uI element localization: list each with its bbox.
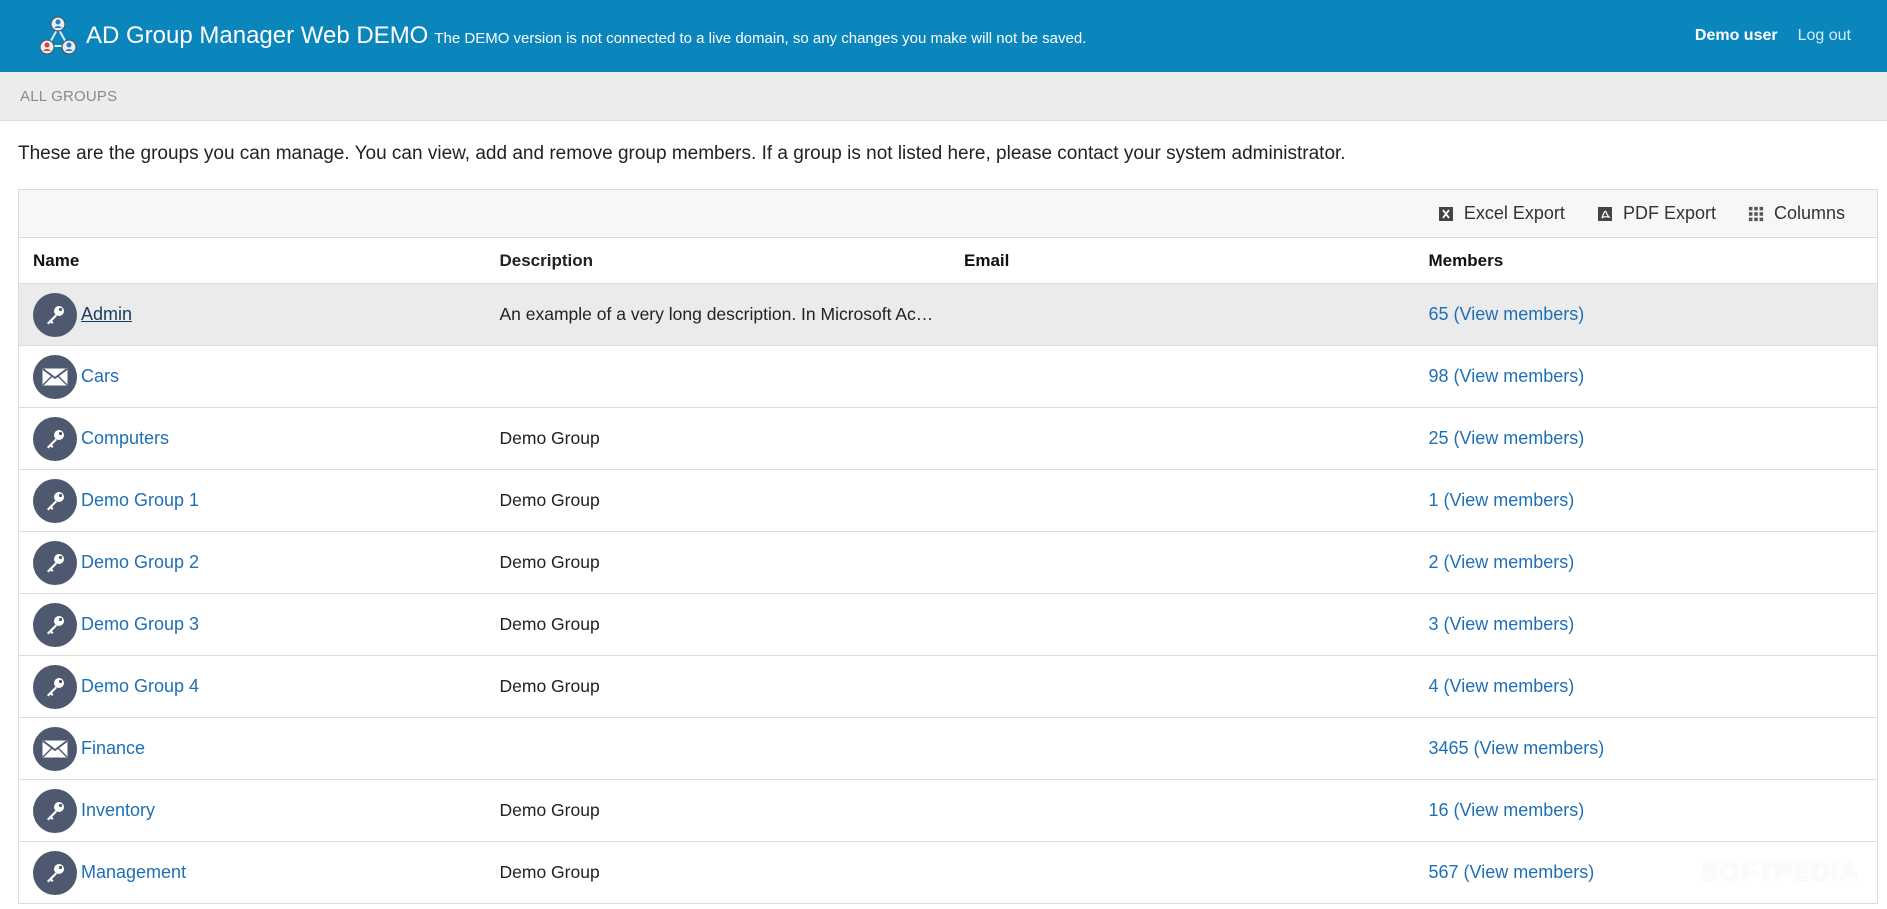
group-name-cell: Computers — [19, 416, 484, 461]
view-members-link[interactable]: 16 (View members) — [1429, 800, 1585, 820]
group-description: Demo Group — [499, 800, 600, 820]
table-row[interactable]: Cars 98 (View members) — [19, 346, 1877, 408]
group-description: Demo Group — [499, 428, 600, 448]
view-members-link[interactable]: 2 (View members) — [1429, 552, 1575, 572]
table-row[interactable]: Inventory Demo Group 16 (View members) — [19, 780, 1877, 842]
group-name-link[interactable]: Finance — [81, 738, 145, 759]
excel-export-label: Excel Export — [1463, 203, 1565, 223]
excel-export-button[interactable]: Excel Export — [1438, 203, 1565, 224]
pdf-export-button[interactable]: PDF Export — [1597, 203, 1716, 224]
view-members-link[interactable]: 25 (View members) — [1429, 428, 1585, 448]
table-row[interactable]: Admin An example of a very long descripti… — [19, 284, 1877, 346]
group-name-cell: Management — [19, 850, 484, 895]
members-cell: 25 (View members) — [1413, 428, 1878, 449]
column-header-members[interactable]: Members — [1413, 251, 1878, 271]
group-name-link[interactable]: Demo Group 1 — [81, 490, 199, 511]
group-name-link[interactable]: Cars — [81, 366, 119, 387]
group-name-link[interactable]: Demo Group 3 — [81, 614, 199, 635]
group-name-cell: Demo Group 3 — [19, 602, 484, 647]
pdf-export-label: PDF Export — [1622, 203, 1716, 223]
view-members-link[interactable]: 3 (View members) — [1429, 614, 1575, 634]
members-cell: 3 (View members) — [1413, 614, 1878, 635]
group-name-cell: Finance — [19, 726, 484, 771]
group-description: Demo Group — [499, 676, 600, 696]
breadcrumb-bar: ALL GROUPS — [0, 72, 1887, 121]
table-row[interactable]: Demo Group 2 Demo Group 2 (View members) — [19, 532, 1877, 594]
security-group-key-icon — [33, 478, 77, 523]
columns-label: Columns — [1773, 203, 1845, 223]
group-name-link[interactable]: Admin — [81, 304, 132, 325]
top-bar: AD Group Manager Web DEMO The DEMO versi… — [0, 0, 1887, 72]
view-members-link[interactable]: 65 (View members) — [1429, 304, 1585, 324]
table-body: Admin An example of a very long descripti… — [19, 284, 1877, 904]
group-name-link[interactable]: Management — [81, 862, 186, 883]
group-name-cell: Demo Group 2 — [19, 540, 484, 585]
table-row[interactable]: Finance 3465 (View members) — [19, 718, 1877, 780]
members-cell: 3465 (View members) — [1413, 738, 1878, 759]
table-row[interactable]: Demo Group 1 Demo Group 1 (View members) — [19, 470, 1877, 532]
table-row[interactable]: Management Demo Group 567 (View members) — [19, 842, 1877, 904]
watermark: SOFTPEDIA — [1701, 856, 1859, 886]
members-cell: 65 (View members) — [1413, 304, 1878, 325]
user-area: Demo user Log out — [1695, 27, 1851, 45]
security-group-key-icon — [33, 788, 77, 833]
group-name-cell: Inventory — [19, 788, 484, 833]
column-header-name[interactable]: Name — [19, 251, 484, 271]
group-description: Demo Group — [499, 862, 600, 882]
view-members-link[interactable]: 4 (View members) — [1429, 676, 1575, 696]
group-name-link[interactable]: Inventory — [81, 800, 155, 821]
grid-icon — [1748, 206, 1764, 222]
pdf-icon — [1597, 206, 1613, 222]
distribution-group-mail-icon — [33, 354, 77, 399]
security-group-key-icon — [33, 664, 77, 709]
distribution-group-mail-icon — [33, 726, 77, 771]
table-row[interactable]: Computers Demo Group 25 (View members) — [19, 408, 1877, 470]
app-title: AD Group Manager Web DEMO — [86, 22, 429, 49]
security-group-key-icon — [33, 850, 77, 895]
breadcrumb[interactable]: ALL GROUPS — [20, 88, 117, 105]
logout-link[interactable]: Log out — [1798, 27, 1851, 45]
view-members-link[interactable]: 1 (View members) — [1429, 490, 1575, 510]
intro-text: These are the groups you can manage. You… — [18, 143, 1346, 164]
table-row[interactable]: Demo Group 3 Demo Group 3 (View members) — [19, 594, 1877, 656]
members-cell: 4 (View members) — [1413, 676, 1878, 697]
view-members-link[interactable]: 3465 (View members) — [1429, 738, 1605, 758]
security-group-key-icon — [33, 602, 77, 647]
security-group-key-icon — [33, 540, 77, 585]
group-description: Demo Group — [499, 490, 600, 510]
columns-button[interactable]: Columns — [1748, 203, 1845, 224]
column-header-description[interactable]: Description — [484, 251, 949, 271]
view-members-link[interactable]: 567 (View members) — [1429, 862, 1595, 882]
current-user: Demo user — [1694, 27, 1778, 44]
members-cell: 1 (View members) — [1413, 490, 1878, 511]
members-cell: 2 (View members) — [1413, 552, 1878, 573]
group-name-link[interactable]: Demo Group 2 — [81, 552, 199, 573]
group-name-cell: Admin — [19, 292, 484, 337]
excel-icon — [1438, 206, 1454, 222]
column-header-email[interactable]: Email — [948, 251, 1413, 271]
group-description: Demo Group — [499, 552, 600, 572]
view-members-link[interactable]: 98 (View members) — [1429, 366, 1585, 386]
table-row[interactable]: Demo Group 4 Demo Group 4 (View members) — [19, 656, 1877, 718]
groups-table: Excel Export PDF Export Columns Name Des… — [18, 189, 1878, 904]
group-name-link[interactable]: Computers — [81, 428, 169, 449]
security-group-key-icon — [33, 292, 77, 337]
demo-notice: The DEMO version is not connected to a l… — [434, 29, 1087, 47]
group-name-link[interactable]: Demo Group 4 — [81, 676, 199, 697]
group-network-logo-icon — [39, 16, 77, 55]
security-group-key-icon — [33, 416, 77, 461]
table-toolbar: Excel Export PDF Export Columns — [19, 190, 1877, 238]
table-header: Name Description Email Members — [19, 238, 1877, 284]
group-name-cell: Demo Group 4 — [19, 664, 484, 709]
group-description: An example of a very long description. I… — [499, 304, 934, 324]
members-cell: 98 (View members) — [1413, 366, 1878, 387]
group-name-cell: Demo Group 1 — [19, 478, 484, 523]
members-cell: 16 (View members) — [1413, 800, 1878, 821]
group-description: Demo Group — [499, 614, 600, 634]
group-name-cell: Cars — [19, 354, 484, 399]
